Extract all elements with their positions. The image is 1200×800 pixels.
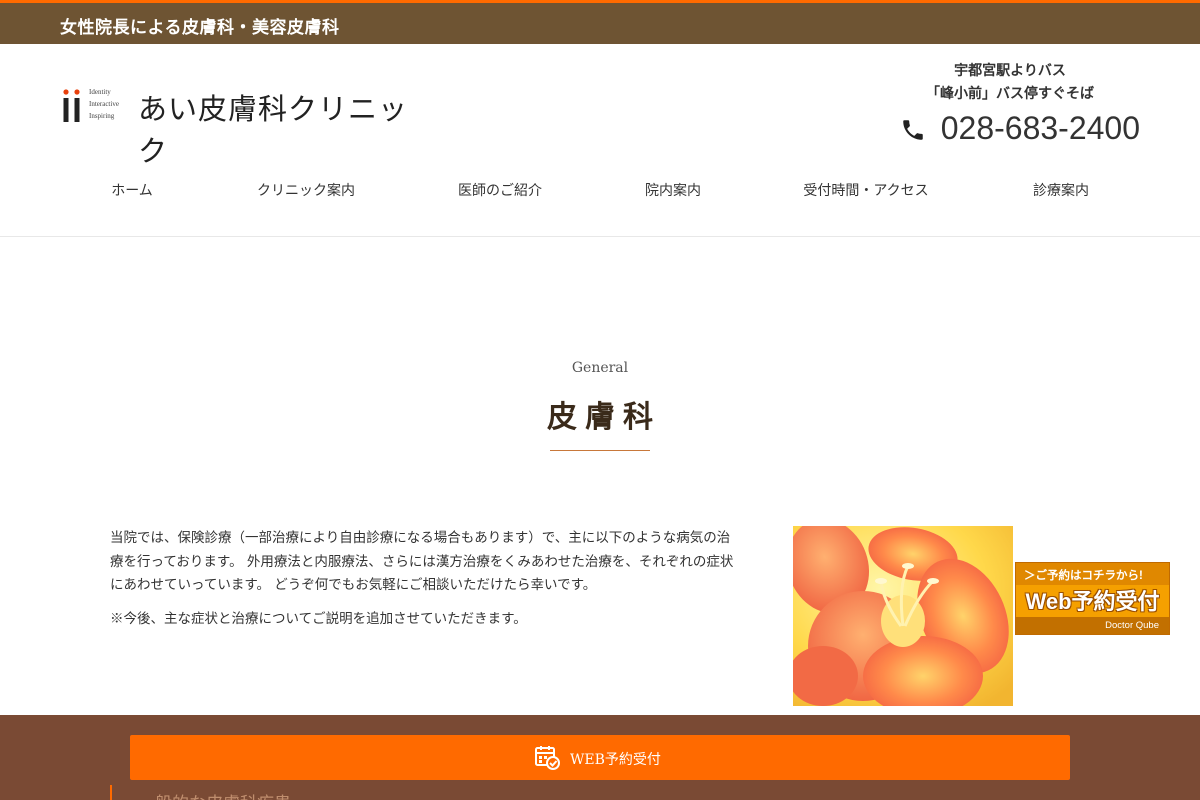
next-section-heading: 一般的な皮膚科疾患 [138,789,291,800]
phone-link[interactable]: 028-683-2400 [900,110,1140,150]
access-line: 宇都宮駅よりバス [954,63,1066,79]
access-line: 「峰小前」バス停すぐそば [926,86,1094,102]
nav-item-hours-access[interactable]: 受付時間・アクセス [803,180,928,200]
phone-icon [903,120,923,140]
section-eyebrow: General [571,360,629,376]
title-underline [550,450,650,451]
nav-item-facility[interactable]: 院内案内 [645,180,701,200]
heading-accent-line [110,785,112,800]
web-reserve-button[interactable]: WEB予約受付 [130,735,1070,780]
logo-taglines: Identity Interactive Inspiring [89,86,119,122]
clinic-logo[interactable]: Identity Interactive Inspiring あい皮膚科クリニッ… [60,86,430,168]
clinic-name: あい皮膚科クリニック [138,92,409,168]
logo-tagline: Interactive [89,100,119,108]
calendar-check-icon [535,746,560,770]
nav-item-clinic[interactable]: クリニック案内 [257,180,355,200]
access-info: 宇都宮駅よりバス 「峰小前」バス停すぐそば [880,60,1140,106]
freesia-flower-photo [793,526,1013,706]
web-reserve-label: WEB予約受付 [570,752,661,768]
badge-provider-text: Doctor Qube [1016,617,1169,634]
nav-item-home[interactable]: ホーム [111,180,153,200]
web-reservation-badge[interactable]: ＞ご予約はコチラから! Web予約受付 Doctor Qube [1015,562,1170,635]
intro-paragraph: 当院では、保険診療（一部治療により自由診療になる場合もあります）で、主に以下のよ… [110,530,734,593]
logo-tagline: Identity [89,88,111,96]
header-divider [0,236,1200,237]
top-banner: 女性院長による皮膚科・美容皮膚科 [0,3,1200,44]
phone-number: 028-683-2400 [940,110,1140,146]
nav-item-doctor[interactable]: 医師のご紹介 [458,180,542,200]
badge-main-text: Web予約受付 [1025,589,1160,614]
main-nav: ホーム クリニック案内 医師のご紹介 院内案内 受付時間・アクセス 診療案内 [60,180,1140,210]
badge-top-text: ＞ご予約はコチラから! [1016,563,1169,585]
logo-mark-icon [63,89,80,122]
nav-item-services[interactable]: 診療案内 [1033,180,1089,200]
page-title: 皮膚科 [547,400,661,435]
tagline: 女性院長による皮膚科・美容皮膚科 [60,18,340,38]
logo-tagline: Inspiring [89,112,115,120]
note-paragraph: ※今後、主な症状と治療についてご説明を追加させていただきます。 [110,611,527,627]
